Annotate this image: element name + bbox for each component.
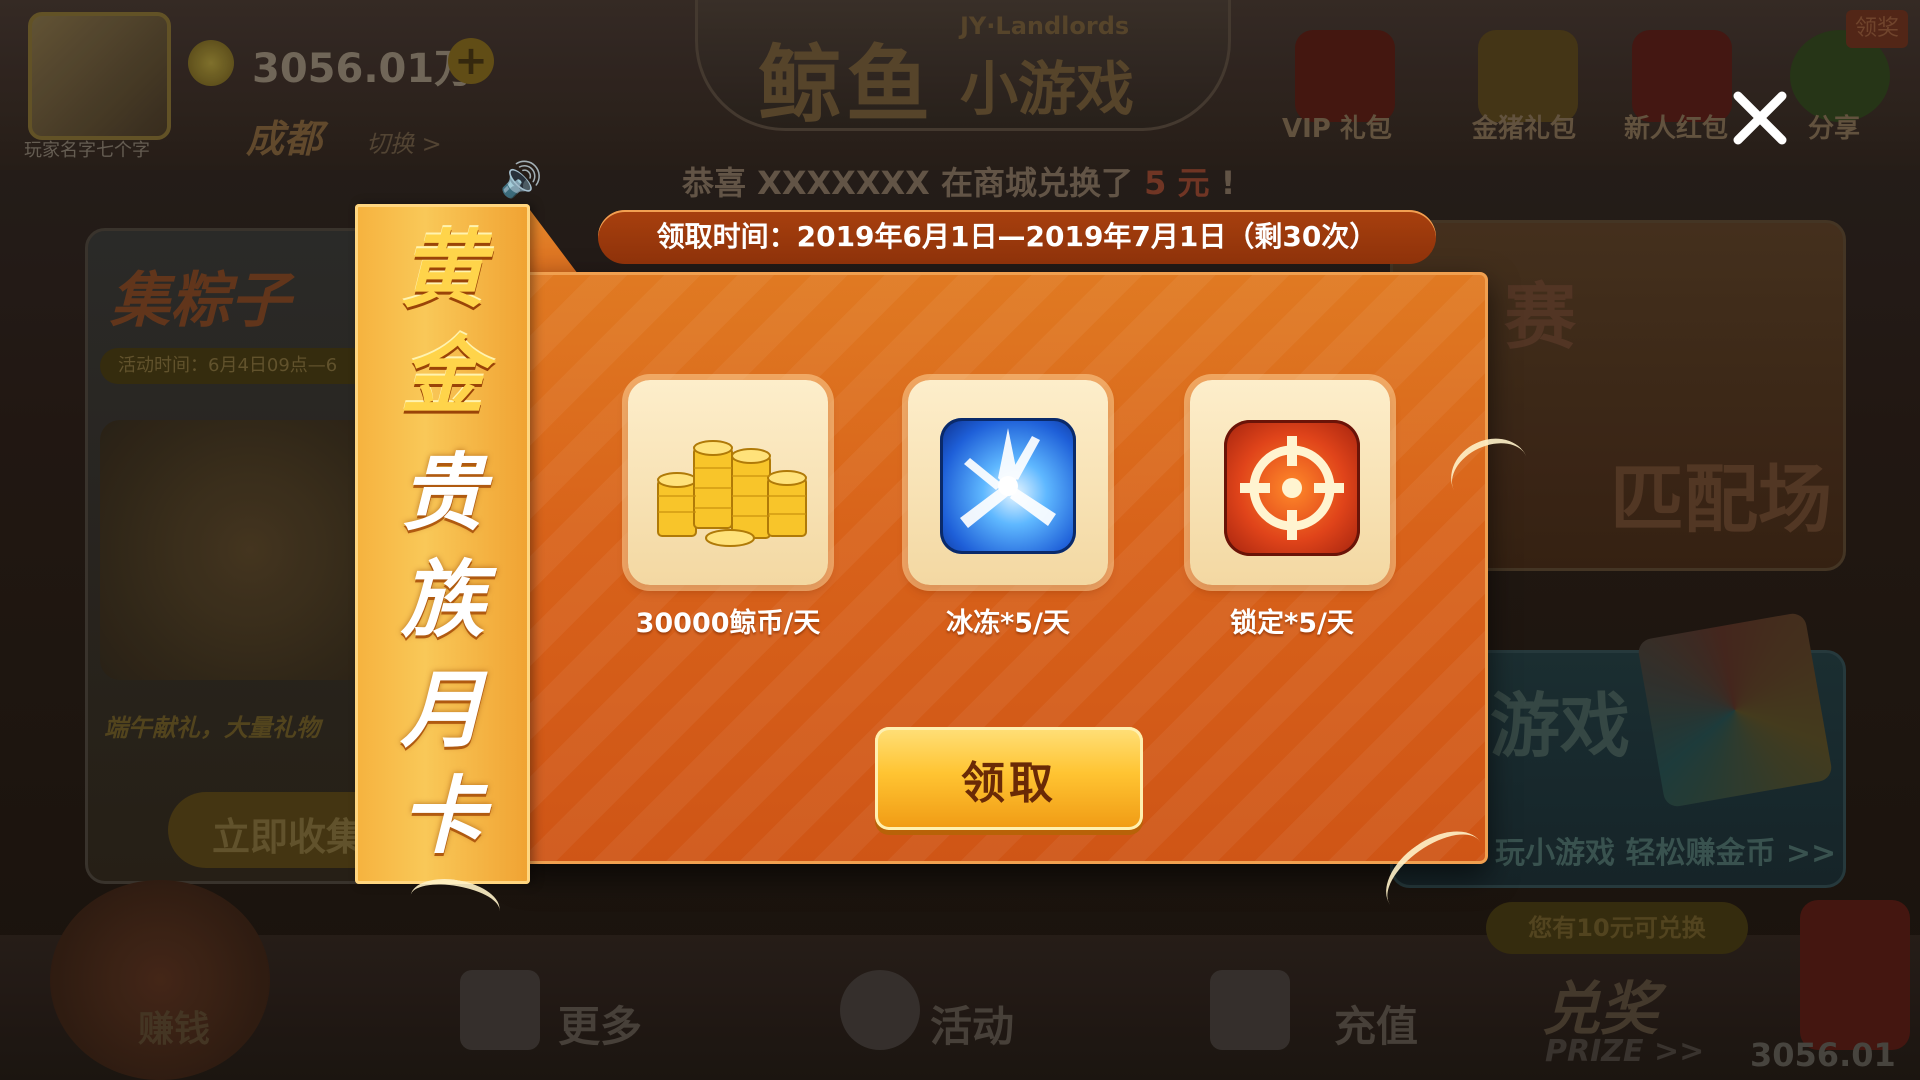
reward-coins-label: 30000鲸币/天 bbox=[635, 608, 821, 639]
crosshair-icon bbox=[1224, 420, 1360, 556]
claim-period-bar: 领取时间：2019年6月1日—2019年7月1日（剩30次） bbox=[598, 210, 1436, 264]
reward-freeze-label: 冰冻*5/天 bbox=[946, 608, 1070, 639]
banner-char: 族 bbox=[400, 550, 485, 649]
close-icon[interactable] bbox=[1730, 88, 1790, 148]
banner-char: 卡 bbox=[400, 766, 485, 865]
claim-button[interactable]: 领取 bbox=[875, 727, 1143, 830]
ice-crystal-icon bbox=[940, 418, 1076, 554]
banner-char: 贵 bbox=[400, 443, 485, 542]
banner-char: 金 bbox=[400, 326, 485, 425]
gold-coins-icon bbox=[657, 440, 807, 547]
banner-char: 黄 bbox=[400, 220, 485, 319]
reward-lock-label: 锁定*5/天 bbox=[1230, 608, 1354, 639]
banner-char: 月 bbox=[400, 660, 485, 759]
